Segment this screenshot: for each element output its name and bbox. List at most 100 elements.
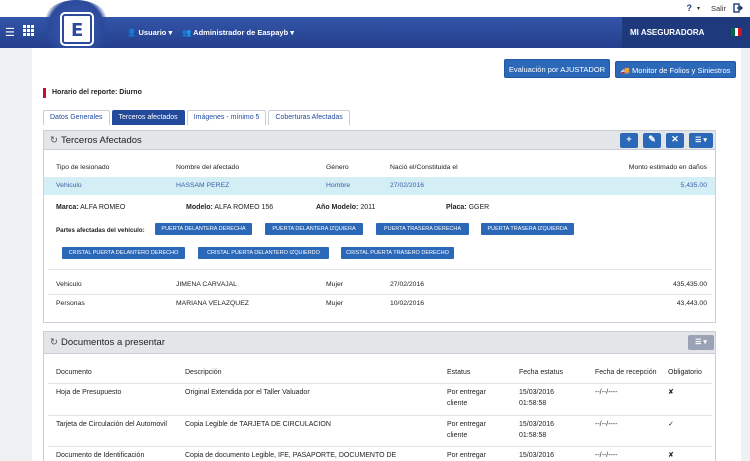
cell-fecha: 10/02/2016 (390, 300, 425, 307)
add-button[interactable]: + (620, 133, 638, 148)
marca-value: ALFA ROMEO (80, 204, 126, 211)
placa-value: GGER (468, 204, 490, 211)
delete-icon[interactable]: ✕ (666, 133, 684, 148)
cell-genero: Mujer (326, 300, 343, 307)
scrollbar[interactable] (741, 48, 750, 461)
partes-label: Partes afectadas del vehículo: (56, 227, 145, 234)
table-row[interactable]: Documento de Identificación Copia de doc… (44, 451, 715, 461)
tab-terceros-afectados[interactable]: Terceros afectados (111, 110, 185, 125)
company-name: MI ASEGURADORA (622, 17, 750, 48)
documentos-title-text: Documentos a presentar (60, 337, 165, 348)
terceros-panel: ↻ Terceros Afectados + ✎ ✕ ☰ ▾ Tipo de le… (43, 130, 716, 323)
col-documento: Documento (56, 369, 92, 376)
anio-label: Año Modelo: (316, 204, 359, 211)
marca-field: Marca: ALFA ROMEO (56, 204, 125, 211)
col-tipo: Tipo de lesionado (56, 164, 110, 171)
col-descripcion: Descripción (185, 369, 222, 376)
admin-label: Administrador de Easpayb (193, 28, 289, 37)
monitor-folios-button[interactable]: 🚚 Monitor de Folios y Siniestros (615, 61, 736, 78)
cell-descripcion: Copia de documento Legible, IFE, PASAPOR… (185, 452, 397, 459)
salir-link[interactable]: Salir (711, 4, 726, 13)
vehicle-details: Marca: ALFA ROMEO Modelo: ALFA ROMEO 156… (44, 204, 715, 216)
users-icon: 👥 (182, 28, 192, 37)
col-nacio: Nació el/Constituida el (390, 164, 458, 171)
documentos-panel-header: ↻ Documentos a presentar ☰ ▾ (44, 332, 715, 354)
marca-label: Marca: (56, 204, 79, 211)
admin-menu[interactable]: 👥 Administrador de Easpayb ▾ (182, 28, 294, 37)
cell-tipo: Vehiculo (56, 281, 82, 288)
app-logo[interactable]: E (62, 14, 92, 44)
obligatorio-icon: ✓ (668, 421, 674, 428)
divider (48, 415, 712, 416)
truck-icon: 🚚 (620, 66, 630, 75)
parte-badge: CRISTAL PUERTA TRASERO DERECHO (341, 247, 454, 259)
help-icon[interactable]: ? (687, 3, 693, 13)
documentos-title: ↻ Documentos a presentar (50, 337, 165, 348)
cell-documento: Hoja de Presupuesto (56, 389, 122, 396)
terceros-header-row: Tipo de lesionado Nombre del afectado Gé… (44, 159, 715, 177)
parte-badge: PUERTA DELANTERA IZQUIERA (265, 223, 363, 235)
table-row[interactable]: Tarjeta de Circulación del Automovil Cop… (44, 420, 715, 444)
obligatorio-icon: ✘ (668, 389, 674, 396)
cell-documento: Tarjeta de Circulación del Automovil (56, 421, 167, 428)
user-icon: 👤 (127, 28, 137, 37)
documentos-header-row: Documento Descripción Estatus Fecha esta… (44, 368, 715, 380)
cell-monto: 5,435.00 (680, 182, 707, 189)
usuario-label: Usuario (138, 28, 167, 37)
placa-label: Placa: (446, 204, 467, 211)
parte-badge: PUERTA TRASERA DERECHA (376, 223, 469, 235)
table-row[interactable]: Hoja de Presupuesto Original Extendida p… (44, 388, 715, 412)
cell-hora: 01:58:58 (519, 400, 547, 407)
apps-grid-icon[interactable] (23, 25, 34, 39)
modelo-value: ALFA ROMEO 156 (214, 204, 274, 211)
cell-hora: 01:58:58 (519, 432, 547, 439)
usuario-menu[interactable]: 👤 Usuario ▾ (127, 28, 172, 37)
col-obligatorio: Obligatorio (668, 369, 702, 376)
tab-imagenes[interactable]: Imágenes - mínimo 5 (186, 110, 267, 125)
cell-fecha: 15/03/2016 (519, 421, 555, 428)
cell-monto: 435,435.00 (672, 281, 707, 288)
divider (48, 269, 712, 270)
logout-icon[interactable] (733, 3, 743, 15)
modelo-field: Modelo: ALFA ROMEO 156 (186, 204, 273, 211)
col-fecha-estatus: Fecha estatus (519, 369, 563, 376)
modelo-label: Modelo: (186, 204, 213, 211)
cell-recepcion: --/--/---- (595, 389, 618, 396)
parte-badge: CRISTAL PUERTA DELANTERO DERECHO (62, 247, 185, 259)
col-estatus: Estatus (447, 369, 471, 376)
help-dropdown-icon[interactable]: ▾ (697, 5, 700, 12)
anio-value: 2011 (360, 204, 376, 211)
tabs: Datos Generales Terceros afectados Imáge… (43, 110, 352, 125)
cell-nombre: MARIANA VELAZQUEZ (176, 300, 249, 307)
cell-fecha: 15/03/2016 (519, 452, 555, 459)
edit-icon[interactable]: ✎ (643, 133, 661, 148)
table-row[interactable]: Personas MARIANA VELAZQUEZ Mujer 10/02/2… (44, 295, 715, 313)
monitor-label: Monitor de Folios y Siniestros (632, 66, 731, 75)
refresh-icon: ↻ (50, 135, 58, 146)
terceros-menu-button[interactable]: ☰ ▾ (689, 133, 713, 148)
chevron-down-icon: ▾ (168, 28, 173, 37)
documentos-panel: ↻ Documentos a presentar ☰ ▾ Documento De… (43, 331, 716, 461)
chevron-down-icon: ▾ (290, 28, 295, 37)
tab-coberturas[interactable]: Coberturas Afectadas (268, 110, 350, 125)
top-strip: ? ▾ Salir (0, 0, 750, 17)
cell-nombre: JIMENA CARVAJAL (176, 281, 237, 288)
obligatorio-icon: ✘ (668, 452, 674, 459)
col-nombre: Nombre del afectado (176, 164, 240, 171)
navbar: ☰ 👤 Usuario ▾ 👥 Administrador de Easpayb… (0, 17, 750, 48)
divider (48, 383, 712, 384)
parte-badge: CRISTAL PUERTA DELANTERO IZQUIERDO (198, 247, 329, 259)
documentos-menu-button[interactable]: ☰ ▾ (688, 335, 714, 350)
table-row[interactable]: Vehiculo JIMENA CARVAJAL Mujer 27/02/201… (44, 276, 715, 294)
terceros-title-text: Terceros Afectados (60, 135, 142, 146)
cell-recepcion: --/--/---- (595, 421, 618, 428)
cell-descripcion: Copia Legible de TARJETA DE CIRCULACION (185, 421, 331, 428)
table-row[interactable]: Vehiculo HASSAM PEREZ Hombre 27/02/2016 … (44, 177, 715, 195)
evaluacion-ajustador-button[interactable]: Evaluación por AJUSTADOR (504, 59, 610, 78)
tab-datos-generales[interactable]: Datos Generales (43, 110, 110, 125)
cell-nombre: HASSAM PEREZ (176, 182, 230, 189)
mexico-flag-icon (731, 28, 743, 36)
menu-icon[interactable]: ☰ (5, 26, 15, 39)
cell-estatus: Por entregar (447, 389, 486, 396)
placa-field: Placa: GGER (446, 204, 489, 211)
